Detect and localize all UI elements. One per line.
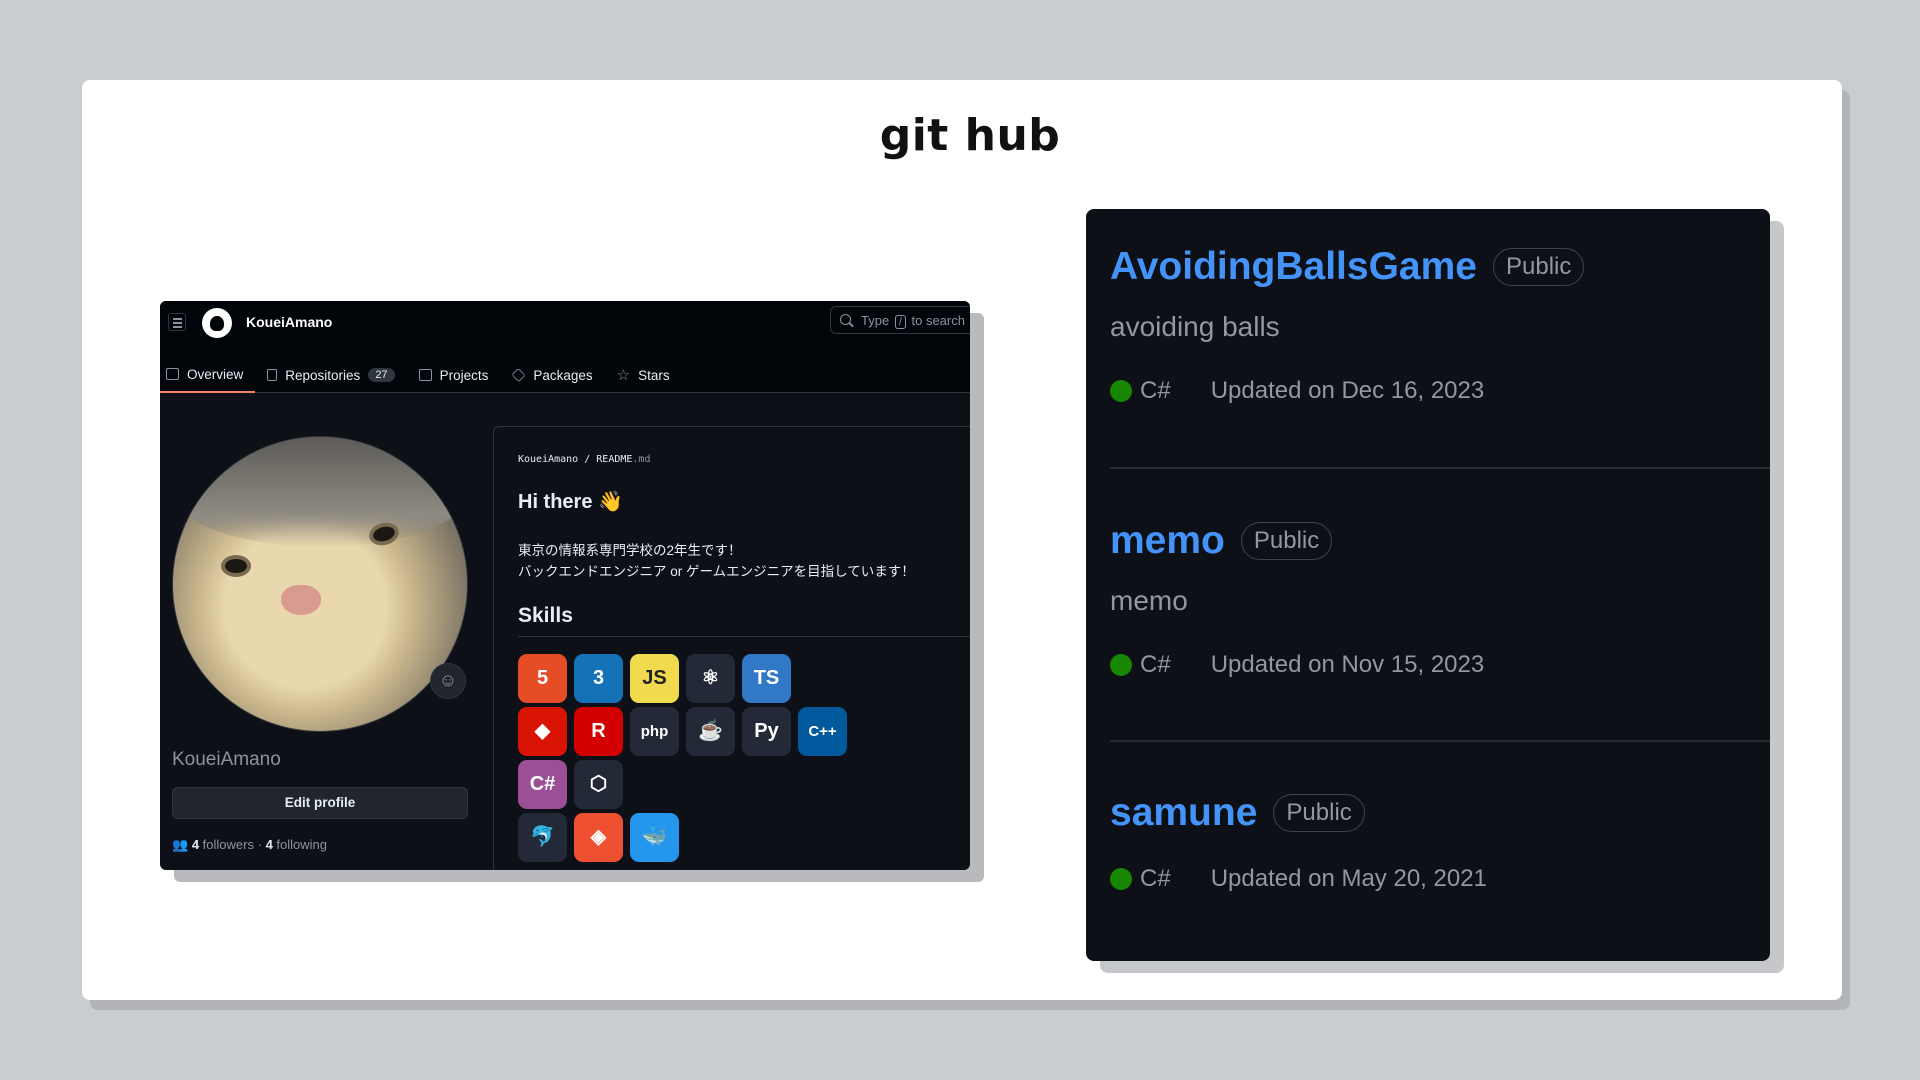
greeting-text: Hi there	[518, 491, 593, 513]
rails-icon: R	[574, 707, 623, 756]
repo-language: C#	[1140, 865, 1171, 892]
html5-icon: 5	[518, 654, 567, 703]
tab-packages[interactable]: Packages	[506, 357, 604, 393]
intro-line-2: バックエンドエンジニア or ゲームエンジニアを目指しています！	[518, 564, 915, 579]
cpp-icon: C++	[798, 707, 847, 756]
avatar[interactable]	[172, 436, 468, 732]
repo-icon	[267, 369, 278, 381]
tab-label: Projects	[439, 367, 489, 383]
php-icon: php	[630, 707, 679, 756]
unity-icon: ⬡	[574, 760, 623, 809]
tab-overview[interactable]: Overview	[160, 357, 256, 393]
repo-name-link[interactable]: memo	[1110, 519, 1225, 563]
wave-icon: 👋	[598, 491, 623, 513]
github-profile-screenshot: KoueiAmano Type / to search Overview Rep…	[160, 301, 970, 870]
repo-language: C#	[1140, 651, 1171, 678]
visibility-badge: Public	[1492, 248, 1585, 286]
set-status-icon[interactable]: ☺	[430, 663, 466, 699]
readme-path-sep: /	[578, 454, 597, 465]
repo-meta: C# Updated on Dec 16, 2023	[1110, 377, 1770, 405]
language-color-dot	[1110, 868, 1132, 890]
visibility-badge: Public	[1273, 794, 1365, 832]
edit-profile-button[interactable]: Edit profile	[172, 787, 468, 819]
search-input[interactable]: Type / to search	[830, 306, 970, 334]
readme-path-file: README	[596, 454, 633, 465]
people-icon: 👥	[172, 837, 189, 852]
repo-updated: Updated on Nov 15, 2023	[1210, 651, 1485, 678]
readme-greeting: Hi there 👋	[518, 489, 623, 514]
search-shortcut-key: /	[894, 315, 906, 329]
repo-description: avoiding balls	[1110, 311, 1280, 342]
skills-heading: Skills	[518, 604, 970, 637]
repo-item: samune Public C# Updated on May 20, 2021	[1110, 791, 1770, 893]
repo-meta: C# Updated on Nov 15, 2023	[1110, 651, 1770, 679]
book-icon	[166, 368, 179, 380]
repo-item: AvoidingBallsGame Public avoiding balls C…	[1110, 245, 1770, 405]
repo-meta: C# Updated on May 20, 2021	[1110, 865, 1770, 893]
tab-label: Stars	[638, 367, 670, 383]
table-icon	[418, 369, 432, 381]
language-color-dot	[1110, 654, 1132, 676]
github-header: KoueiAmano Type / to search Overview Rep…	[160, 301, 970, 393]
github-logo-icon[interactable]	[202, 308, 232, 338]
language-color-dot	[1110, 380, 1132, 402]
divider	[1110, 740, 1770, 742]
repo-updated: Updated on May 20, 2021	[1210, 865, 1487, 892]
repo-name-link[interactable]: AvoidingBallsGame	[1110, 245, 1477, 289]
followers-link[interactable]: followers	[203, 837, 254, 852]
repo-description: memo	[1110, 585, 1188, 616]
tab-label: Overview	[187, 366, 244, 382]
header-username[interactable]: KoueiAmano	[246, 314, 332, 330]
csharp-icon: C#	[518, 760, 567, 809]
search-suffix: to search	[911, 313, 965, 328]
git-icon: ◈	[574, 813, 623, 862]
repo-updated: Updated on Dec 16, 2023	[1210, 377, 1485, 404]
menu-icon[interactable]	[168, 313, 186, 331]
tab-label: Repositories	[285, 367, 361, 383]
docker-icon: 🐳	[630, 813, 679, 862]
visibility-badge: Public	[1240, 522, 1333, 560]
search-icon	[840, 314, 851, 325]
repo-language: C#	[1140, 377, 1171, 404]
repo-name-link[interactable]: samune	[1110, 791, 1257, 835]
tab-projects[interactable]: Projects	[413, 357, 501, 393]
tab-repositories[interactable]: Repositories 27	[261, 357, 406, 393]
react-icon: ⚛	[686, 654, 735, 703]
readme-path-user: KoueiAmano	[518, 454, 579, 465]
following-count[interactable]: 4	[266, 837, 273, 852]
readme-path-ext: .md	[632, 454, 651, 465]
profile-display-name: KoueiAmano	[172, 749, 281, 770]
star-icon: ☆	[616, 367, 631, 384]
package-icon	[511, 367, 526, 383]
repo-item: memo Public memo C# Updated on Nov 15, 202…	[1110, 519, 1770, 679]
mysql-icon: 🐬	[518, 813, 567, 862]
tab-label: Packages	[533, 367, 593, 383]
separator: ·	[257, 837, 262, 852]
follow-stats: 👥 4 followers · 4 following	[172, 837, 327, 853]
repo-count-badge: 27	[368, 368, 395, 382]
typescript-icon: TS	[742, 654, 791, 703]
divider	[1110, 467, 1770, 469]
python-icon: Py	[742, 707, 791, 756]
ruby-icon: ◆	[518, 707, 567, 756]
readme-path[interactable]: KoueiAmano / README.md	[518, 454, 650, 465]
readme-panel: KoueiAmano / README.md Hi there 👋 東京の情報系…	[493, 426, 970, 870]
javascript-icon: JS	[630, 654, 679, 703]
search-prefix: Type	[861, 313, 890, 328]
followers-count[interactable]: 4	[192, 837, 199, 852]
tab-stars[interactable]: ☆ Stars	[611, 357, 682, 393]
following-link[interactable]: following	[276, 837, 327, 852]
repositories-panel: AvoidingBallsGame Public avoiding balls C…	[1086, 209, 1770, 961]
css3-icon: 3	[574, 654, 623, 703]
profile-tabs: Overview Repositories 27 Projects Package…	[160, 357, 688, 393]
intro-line-1: 東京の情報系専門学校の2年生です！	[518, 543, 742, 558]
readme-intro: 東京の情報系専門学校の2年生です！ バックエンドエンジニア or ゲームエンジニ…	[518, 540, 915, 582]
java-icon: ☕	[686, 707, 735, 756]
slide-title: git hub	[879, 110, 1061, 161]
